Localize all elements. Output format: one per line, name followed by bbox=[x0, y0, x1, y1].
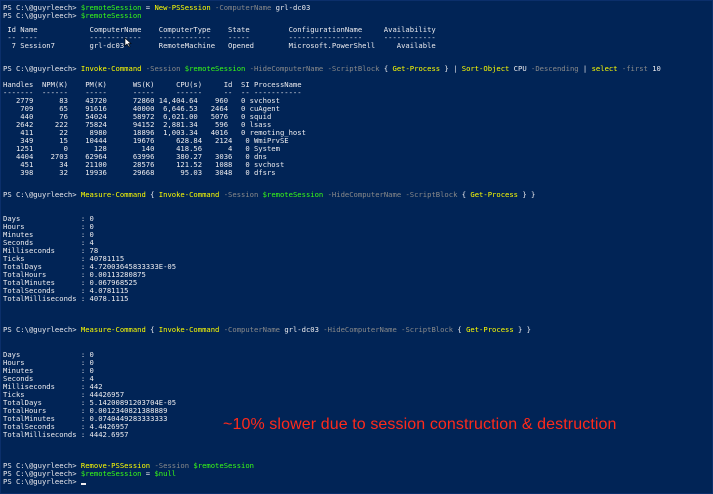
prompt: PS C:\@guyrleech> bbox=[3, 325, 81, 334]
brace: } } bbox=[518, 190, 536, 199]
variable: $null bbox=[154, 469, 177, 478]
cmdlet: Sort-Object bbox=[461, 64, 510, 73]
prompt: PS C:\@guyrleech> bbox=[3, 477, 81, 486]
parameter: -Descending bbox=[531, 64, 579, 73]
cmdlet: Get-Process bbox=[470, 190, 519, 199]
parameter: -Session bbox=[141, 64, 185, 73]
parameter: -HideComputerName -ScriptBlock bbox=[245, 64, 384, 73]
annotation-callout: ~10% slower due to session construction … bbox=[223, 416, 617, 433]
argument: 10 bbox=[652, 64, 661, 73]
command-line-show-session: PS C:\@guyrleech> $remoteSession bbox=[3, 12, 141, 20]
cmdlet: Get-Process bbox=[392, 64, 441, 73]
session-table-row: 7 Session7 grl-dc03 RemoteMachine Opened… bbox=[3, 41, 436, 50]
measure1-line: TotalMilliseconds : 4078.1115 bbox=[3, 294, 129, 303]
cmdlet: Invoke-Command bbox=[80, 64, 142, 73]
operator: = bbox=[141, 469, 155, 478]
measure2-line: TotalMilliseconds : 4442.6957 bbox=[3, 430, 129, 439]
argument: CPU bbox=[509, 64, 531, 73]
cmdlet: Measure-Command bbox=[80, 325, 146, 334]
pipe: | bbox=[578, 64, 592, 73]
powershell-console[interactable]: PS C:\@guyrleech> $remoteSession = New-P… bbox=[0, 0, 713, 494]
parameter: -first bbox=[617, 64, 653, 73]
command-line-measure-computername: PS C:\@guyrleech> Measure-Command { Invo… bbox=[3, 326, 531, 334]
cmdlet: Invoke-Command bbox=[158, 190, 220, 199]
brace: } } bbox=[513, 325, 531, 334]
operator: = bbox=[141, 3, 155, 12]
current-prompt-line[interactable]: PS C:\@guyrleech> bbox=[3, 478, 86, 486]
parameter: -HideComputerName -ScriptBlock bbox=[323, 190, 462, 199]
parameter: -ComputerName bbox=[210, 3, 276, 12]
brace: { bbox=[145, 325, 159, 334]
prompt: PS C:\@guyrleech> bbox=[3, 64, 81, 73]
process-row: 398 32 19936 29668 95.03 3048 0 dfsrs bbox=[3, 168, 276, 177]
command-line-measure-session: PS C:\@guyrleech> Measure-Command { Invo… bbox=[3, 191, 535, 199]
cmdlet: Get-Process bbox=[466, 325, 514, 334]
variable: $remoteSession bbox=[184, 64, 246, 73]
cmdlet: New-PSSession bbox=[154, 3, 211, 12]
command-line-invoke-command: PS C:\@guyrleech> Invoke-Command -Sessio… bbox=[3, 65, 661, 73]
brace: { bbox=[383, 64, 393, 73]
variable: $remoteSession bbox=[193, 461, 255, 470]
cmdlet: select bbox=[591, 64, 618, 73]
variable: $remoteSession bbox=[262, 190, 324, 199]
text-cursor bbox=[80, 483, 86, 485]
mouse-pointer-icon bbox=[124, 38, 132, 48]
argument: grl-dc03 bbox=[275, 3, 311, 12]
parameter: -Session bbox=[219, 190, 263, 199]
cmdlet: Invoke-Command bbox=[158, 325, 220, 334]
brace: { bbox=[457, 325, 467, 334]
prompt: PS C:\@guyrleech> bbox=[3, 190, 81, 199]
argument: grl-dc03 bbox=[284, 325, 319, 334]
parameter: -HideComputerName -ScriptBlock bbox=[318, 325, 458, 334]
prompt: PS C:\@guyrleech> bbox=[3, 11, 81, 20]
variable: $remoteSession bbox=[80, 469, 142, 478]
cmdlet: Measure-Command bbox=[80, 190, 146, 199]
brace: { bbox=[145, 190, 159, 199]
variable: $remoteSession bbox=[80, 11, 142, 20]
pipe: } | bbox=[440, 64, 462, 73]
parameter: -ComputerName bbox=[219, 325, 285, 334]
